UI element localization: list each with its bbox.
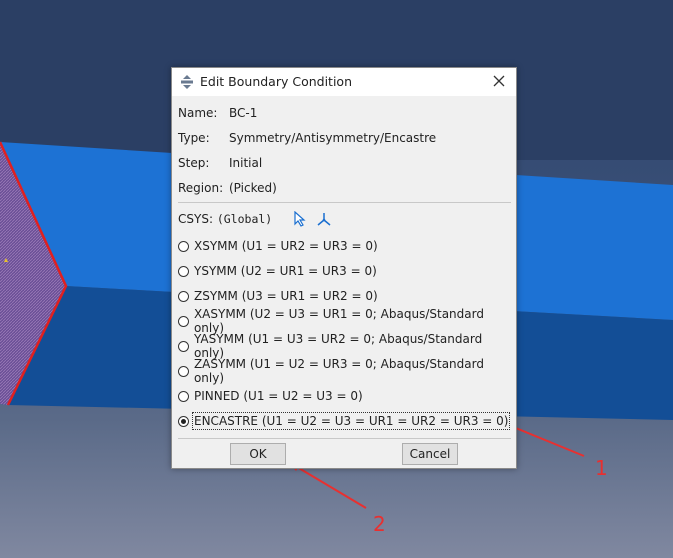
option-label: YASYMM (U1 = U3 = UR2 = 0; Abaqus/Standa…: [194, 332, 483, 360]
type-value: Symmetry/Antisymmetry/Encastre: [229, 131, 437, 145]
annotation-marker-1: 1: [595, 456, 608, 480]
option-pinned[interactable]: PINNED (U1 = U2 = U3 = 0): [178, 386, 363, 406]
radio-pinned[interactable]: [178, 390, 189, 402]
annotation-marker-2: 2: [373, 512, 386, 536]
radio-ysymm[interactable]: [178, 265, 189, 277]
radio-xsymm[interactable]: [178, 240, 189, 252]
radio-zsymm[interactable]: [178, 290, 189, 302]
option-label: ZASYMM (U1 = U2 = UR3 = 0; Abaqus/Standa…: [193, 357, 484, 385]
csys-value: (Global): [216, 212, 273, 226]
option-label: ZSYMM (U3 = UR1 = UR2 = 0): [194, 289, 378, 303]
separator: [178, 202, 511, 203]
option-label: PINNED (U1 = U2 = U3 = 0): [194, 389, 363, 403]
option-ysymm[interactable]: YSYMM (U2 = UR1 = UR3 = 0): [178, 261, 377, 281]
step-label: Step:: [178, 156, 210, 170]
option-encastre[interactable]: ENCASTRE (U1 = U2 = U3 = UR1 = UR2 = UR3…: [178, 411, 511, 431]
region-row: Region: (Picked): [178, 181, 277, 195]
radio-xasymm[interactable]: [178, 315, 189, 327]
step-value: Initial: [229, 156, 263, 170]
dialog-body: Name: BC-1 Type: Symmetry/Antisymmetry/Enc…: [172, 96, 516, 468]
radio-zasymm[interactable]: [178, 365, 189, 377]
dialog-edit-icon: [181, 75, 193, 89]
option-xasymm[interactable]: XASYMM (U2 = U3 = UR1 = 0; Abaqus/Standa…: [178, 307, 516, 335]
csys-label: CSYS:: [178, 212, 213, 226]
name-label: Name:: [178, 106, 218, 120]
cancel-button[interactable]: Cancel: [402, 443, 458, 465]
radio-encastre[interactable]: [178, 415, 189, 427]
ok-button[interactable]: OK: [230, 443, 286, 465]
separator: [178, 438, 511, 439]
option-label: XSYMM (U1 = UR2 = UR3 = 0): [194, 239, 378, 253]
close-icon[interactable]: [490, 72, 508, 90]
radio-yasymm[interactable]: [178, 340, 189, 352]
name-row: Name: BC-1: [178, 106, 257, 120]
edit-boundary-condition-dialog: Edit Boundary Condition Name: BC-1 Type: S…: [171, 67, 517, 469]
step-row: Step: Initial: [178, 156, 262, 170]
option-label: ENCASTRE (U1 = U2 = U3 = UR1 = UR2 = UR3…: [191, 412, 511, 430]
dialog-title: Edit Boundary Condition: [200, 74, 353, 89]
create-csys-axes-icon[interactable]: [316, 211, 332, 227]
name-value: BC-1: [229, 106, 258, 120]
type-label: Type:: [178, 131, 210, 145]
option-label: YSYMM (U2 = UR1 = UR3 = 0): [194, 264, 377, 278]
region-value: (Picked): [229, 181, 277, 195]
option-zsymm[interactable]: ZSYMM (U3 = UR1 = UR2 = 0): [178, 286, 378, 306]
region-label: Region:: [178, 181, 224, 195]
option-yasymm[interactable]: YASYMM (U1 = U3 = UR2 = 0; Abaqus/Standa…: [178, 332, 516, 360]
dialog-titlebar[interactable]: Edit Boundary Condition: [172, 68, 516, 96]
select-csys-arrow-icon[interactable]: [292, 211, 308, 227]
type-row: Type: Symmetry/Antisymmetry/Encastre: [178, 131, 436, 145]
option-label: XASYMM (U2 = U3 = UR1 = 0; Abaqus/Standa…: [193, 307, 484, 335]
csys-row: CSYS: (Global): [178, 212, 272, 226]
option-zasymm[interactable]: ZASYMM (U1 = U2 = UR3 = 0; Abaqus/Standa…: [178, 357, 516, 385]
option-xsymm[interactable]: XSYMM (U1 = UR2 = UR3 = 0): [178, 236, 378, 256]
